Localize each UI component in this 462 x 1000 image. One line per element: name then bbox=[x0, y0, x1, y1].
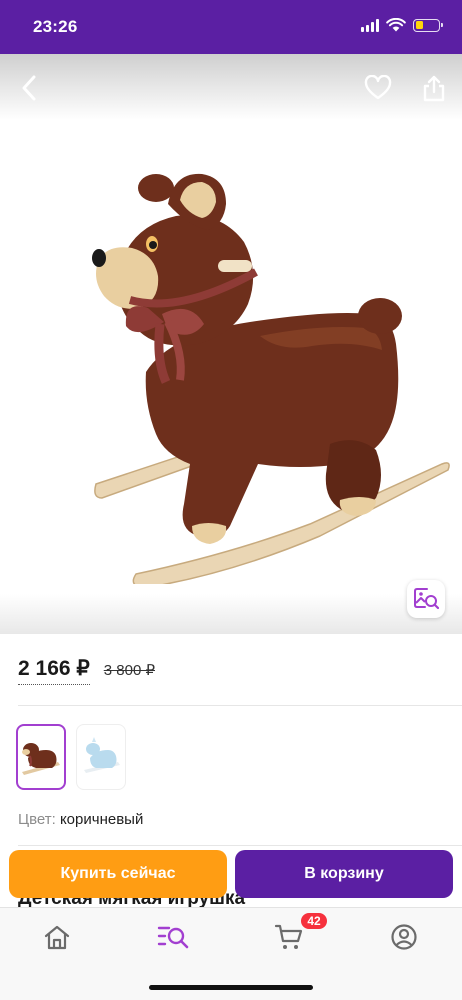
divider bbox=[18, 845, 462, 846]
home-icon bbox=[44, 925, 70, 950]
thumbnail-image bbox=[84, 737, 120, 773]
tab-catalog[interactable] bbox=[153, 920, 193, 954]
status-time: 23:26 bbox=[33, 17, 78, 36]
price-row: 2 166 ₽ 3 800 ₽ bbox=[18, 656, 155, 685]
favorite-button[interactable] bbox=[361, 71, 395, 105]
battery-level bbox=[415, 21, 424, 29]
heart-icon bbox=[364, 75, 392, 100]
color-row: Цвет: коричневый bbox=[18, 811, 143, 828]
visual-search-button[interactable] bbox=[407, 580, 445, 618]
product-image bbox=[92, 173, 450, 584]
price-current[interactable]: 2 166 ₽ bbox=[18, 656, 90, 685]
battery-icon bbox=[413, 18, 443, 32]
price-old: 3 800 ₽ bbox=[103, 662, 155, 679]
status-bar: 23:26 bbox=[0, 0, 462, 54]
product-page: 23:26 2 166 ₽ 3 800 ₽ Цвет: коричневый Д… bbox=[0, 0, 462, 1000]
catalog-search-icon bbox=[157, 926, 189, 949]
cellular-signal-icon bbox=[361, 18, 379, 32]
wifi-icon bbox=[386, 18, 406, 32]
divider bbox=[18, 705, 462, 706]
chevron-left-icon bbox=[22, 75, 36, 101]
thumbnail-image bbox=[22, 743, 60, 775]
status-icons bbox=[361, 18, 443, 32]
tab-profile[interactable] bbox=[384, 920, 424, 954]
color-thumbnail-brown[interactable] bbox=[16, 724, 66, 790]
back-button[interactable] bbox=[12, 71, 46, 105]
cart-icon bbox=[274, 924, 303, 949]
color-thumbnail-blue[interactable] bbox=[76, 724, 126, 790]
share-button[interactable] bbox=[417, 71, 451, 105]
tab-home[interactable] bbox=[37, 920, 77, 954]
product-gallery[interactable] bbox=[0, 54, 462, 634]
share-icon bbox=[423, 75, 445, 102]
cart-count-badge: 42 bbox=[299, 911, 329, 931]
home-indicator bbox=[149, 985, 313, 990]
profile-icon bbox=[391, 924, 417, 950]
buy-now-button[interactable]: Купить сейчас bbox=[9, 850, 227, 898]
color-label: Цвет: bbox=[18, 811, 56, 828]
image-search-icon bbox=[414, 588, 439, 610]
color-value: коричневый bbox=[59, 811, 144, 828]
add-to-cart-button[interactable]: В корзину bbox=[235, 850, 453, 898]
